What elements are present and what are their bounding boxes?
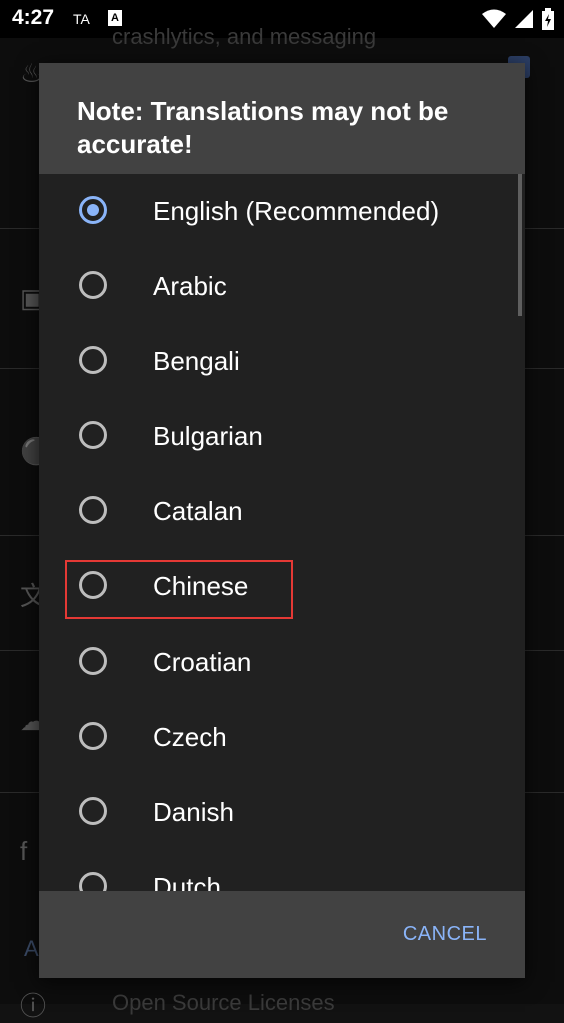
language-label: Danish: [153, 797, 234, 827]
bg-section-letter: A: [24, 936, 39, 961]
dialog-title: Note: Translations may not be accurate!: [77, 96, 449, 159]
cancel-button[interactable]: CANCEL: [403, 923, 487, 946]
scrollbar[interactable]: [518, 174, 522, 316]
bg-analytics-text: crashlytics, and messaging: [112, 24, 377, 49]
wifi-icon: [482, 9, 506, 28]
language-option-croatian[interactable]: Croatian: [39, 625, 525, 700]
signal-icon: [515, 10, 533, 28]
language-option-english[interactable]: English (Recommended): [39, 174, 525, 249]
info-icon: ⓘ: [20, 991, 47, 1021]
status-icons: [482, 8, 554, 30]
language-option-czech[interactable]: Czech: [39, 700, 525, 775]
language-option-arabic[interactable]: Arabic: [39, 249, 525, 324]
language-label: Bulgarian: [153, 421, 263, 451]
language-label: Bengali: [153, 346, 240, 376]
language-option-danish[interactable]: Danish: [39, 775, 525, 850]
language-label: Arabic: [153, 271, 227, 301]
radio-button[interactable]: [79, 872, 107, 891]
radio-button-checked[interactable]: [79, 196, 107, 224]
radio-button[interactable]: [79, 421, 107, 449]
radio-button[interactable]: [79, 346, 107, 374]
language-label: English (Recommended): [153, 196, 440, 226]
status-time: 4:27: [12, 6, 55, 29]
radio-button[interactable]: [79, 647, 107, 675]
language-dialog: Note: Translations may not be accurate! …: [39, 63, 525, 978]
language-label: Dutch: [153, 872, 221, 891]
language-option-bulgarian[interactable]: Bulgarian: [39, 399, 525, 474]
radio-button[interactable]: [79, 722, 107, 750]
battery-charging-icon: [542, 8, 554, 30]
dialog-header: Note: Translations may not be accurate!: [39, 63, 525, 174]
language-label: Czech: [153, 722, 227, 752]
highlight-box: [65, 560, 293, 619]
language-option-bengali[interactable]: Bengali: [39, 324, 525, 399]
radio-button[interactable]: [79, 271, 107, 299]
bg-licenses-text: Open Source Licenses: [112, 990, 335, 1015]
dialog-footer: CANCEL: [39, 891, 525, 978]
language-label: Croatian: [153, 647, 252, 677]
language-option-dutch[interactable]: Dutch: [39, 850, 525, 891]
carrier-label: TA: [73, 11, 90, 27]
language-label: Catalan: [153, 496, 243, 526]
language-option-catalan[interactable]: Catalan: [39, 474, 525, 549]
language-list[interactable]: English (Recommended) Arabic Bengali Bul…: [39, 174, 525, 891]
radio-button[interactable]: [79, 797, 107, 825]
radio-button[interactable]: [79, 496, 107, 524]
